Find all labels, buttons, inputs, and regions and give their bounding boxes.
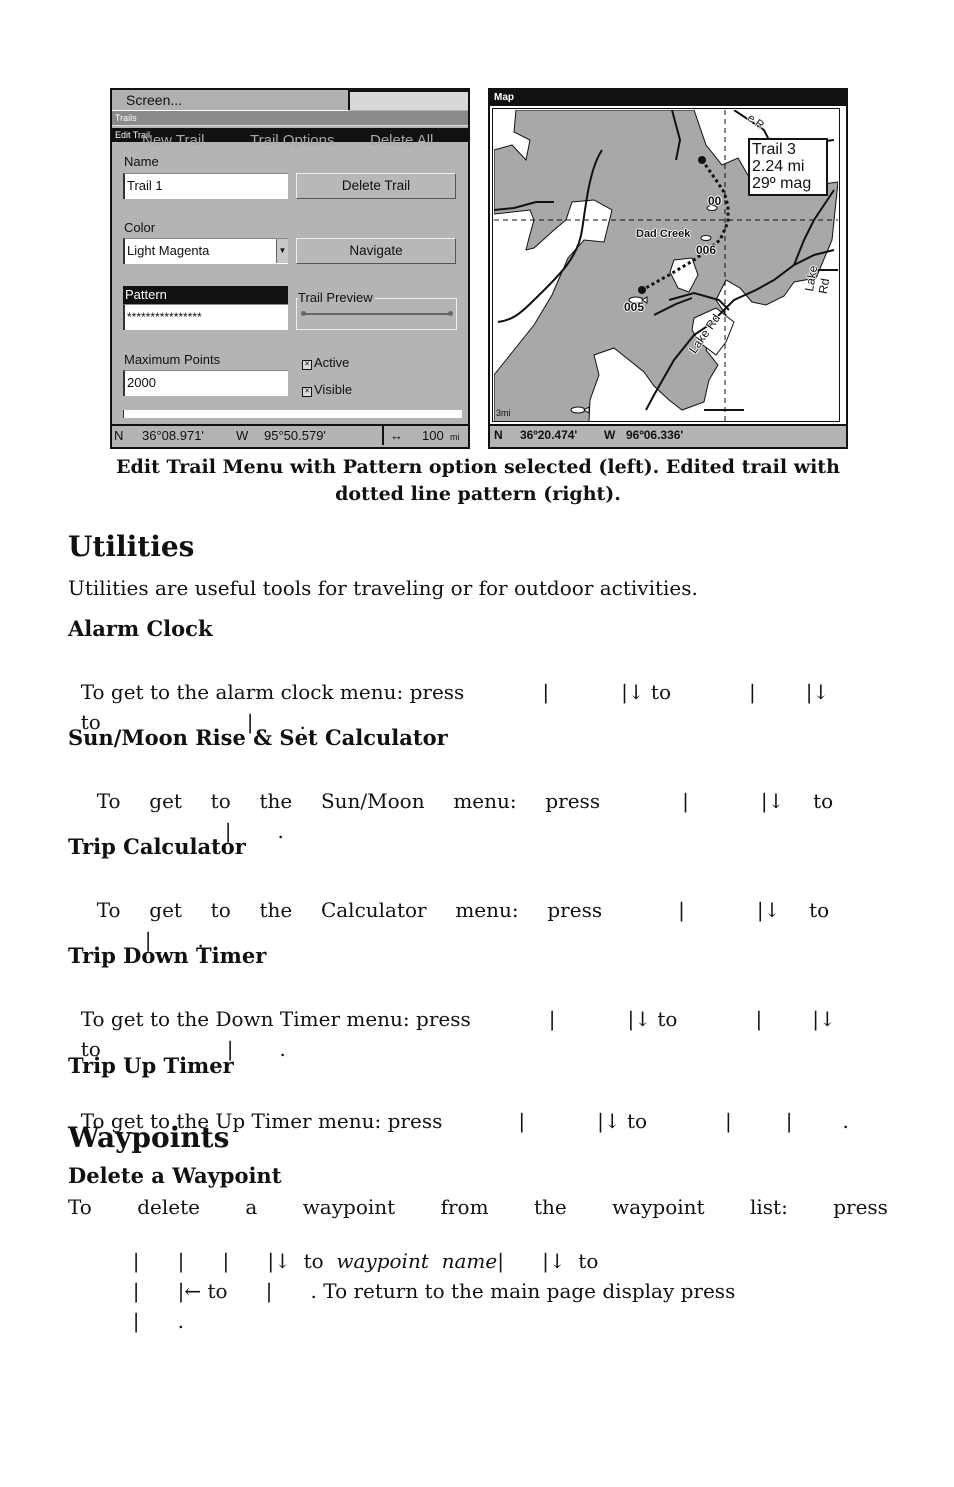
text: the	[533, 1195, 567, 1219]
label-dad-creek: Dad Creek	[636, 228, 691, 240]
delete-trail-button[interactable]: Delete Trail	[296, 173, 456, 199]
caption-line-1: Edit Trail Menu with Pattern option sele…	[116, 456, 840, 478]
delete-waypoint-line-4: | .	[68, 1285, 888, 1333]
separator: |	[518, 1109, 526, 1133]
text: waypoint	[302, 1195, 396, 1219]
map-screen: Map Trail 3 2.24 mi 29º mag Dad Creek 00…	[488, 88, 848, 449]
zoom-unit: mi	[450, 432, 460, 442]
text: |↓ to	[597, 1109, 648, 1133]
color-label: Color	[124, 220, 156, 235]
period: .	[842, 1109, 849, 1133]
latitude: 36°08.971'	[142, 428, 204, 443]
latitude: 36º20.474'	[520, 428, 578, 442]
scroll-area	[123, 410, 462, 418]
heading-trip-down-timer: Trip Down Timer	[68, 943, 267, 968]
color-value: Light Magenta	[127, 243, 210, 258]
period: .	[277, 819, 284, 843]
delete-waypoint-line-1: To delete a waypoint from the waypoint l…	[68, 1195, 888, 1219]
lat-prefix: N	[494, 428, 503, 442]
heading-trip-calculator: Trip Calculator	[68, 834, 246, 859]
background-map-strip	[348, 90, 468, 110]
text: waypoint	[612, 1195, 705, 1219]
trail-preview-line	[303, 313, 451, 315]
status-divider	[382, 426, 384, 445]
trail-preview-label: Trail Preview	[298, 290, 375, 305]
max-points-label: Maximum Points	[124, 352, 221, 367]
heading-alarm-clock: Alarm Clock	[68, 616, 213, 641]
chevron-down-icon[interactable]: ▼	[276, 239, 288, 263]
text: list:	[749, 1195, 788, 1219]
visible-checkbox[interactable]: ✕ Visible	[302, 382, 352, 397]
active-label: Active	[314, 355, 350, 370]
ghost-delete-all: Delete All	[370, 132, 434, 149]
text: a	[245, 1195, 258, 1219]
section-heading-utilities: Utilities	[68, 530, 195, 563]
trail-preview-start-dot	[301, 311, 306, 316]
screen-menu-label: Screen...	[126, 92, 183, 108]
trail-name: Trail 3	[752, 141, 796, 158]
separator: |	[785, 1109, 793, 1133]
figure-caption: Edit Trail Menu with Pattern option sele…	[68, 454, 888, 508]
caption-line-2: dotted line pattern (right).	[335, 483, 621, 505]
text: To	[68, 1195, 92, 1219]
visible-label: Visible	[314, 382, 353, 397]
lat-prefix: N	[114, 428, 124, 443]
section-heading-waypoints: Waypoints	[68, 1121, 230, 1154]
fish-icon	[700, 235, 712, 241]
name-label: Name	[124, 154, 159, 169]
utilities-intro: Utilities are useful tools for traveling…	[68, 576, 698, 600]
ghost-trail-options: Trail Options	[250, 132, 335, 149]
period: .	[279, 1037, 286, 1061]
text: from	[440, 1195, 489, 1219]
heading-sun-moon: Sun/Moon Rise & Set Calculator	[68, 725, 448, 750]
active-checkbox[interactable]: ✕ Active	[302, 355, 349, 370]
position-status-bar: N 36°08.971' W 95°50.579' ↔ 100 mi	[112, 424, 468, 447]
max-points-input[interactable]: 2000	[123, 370, 288, 396]
text: delete	[137, 1195, 200, 1219]
text: | .	[132, 1309, 184, 1333]
checkbox-checked-icon: ✕	[302, 360, 312, 370]
trail-distance: 2.24 mi	[752, 158, 805, 175]
map-position-status-bar: N 36º20.474' W 96º06.336'	[490, 424, 846, 447]
separator: |	[725, 1109, 732, 1133]
pattern-label-selected: Pattern	[123, 286, 288, 304]
heading-delete-waypoint: Delete a Waypoint	[68, 1163, 282, 1188]
ghost-new-trail: New Trail	[142, 132, 205, 149]
text: press	[833, 1195, 888, 1219]
map-scale: 3mi	[496, 408, 511, 418]
map-title-bar: Map	[490, 90, 846, 106]
trail-info-box: Trail 3 2.24 mi 29º mag	[748, 138, 828, 196]
trail-preview-end-dot	[448, 311, 453, 316]
longitude: 95°50.579'	[264, 428, 326, 443]
label-waypoint-005: 005	[624, 300, 645, 314]
checkbox-checked-icon: ✕	[302, 387, 312, 397]
zoom-value: 100	[422, 428, 444, 443]
name-input[interactable]: Trail 1	[123, 173, 288, 199]
edit-trail-screen: Screen... Trails Edit Trail New Trail Tr…	[110, 88, 470, 449]
zoom-range-icon: ↔	[390, 428, 403, 443]
trails-title-bar: Trails	[112, 111, 468, 126]
lon-prefix: W	[236, 428, 249, 443]
lon-prefix: W	[604, 428, 616, 442]
screen-menu-bar[interactable]: Screen...	[112, 90, 348, 111]
trail-bearing: 29º mag	[752, 175, 812, 192]
label-waypoint-006: 006	[696, 243, 717, 257]
longitude: 96º06.336'	[626, 428, 684, 442]
trail-start-dot	[698, 156, 706, 164]
color-dropdown[interactable]: Light Magenta ▼	[123, 238, 288, 264]
navigate-button[interactable]: Navigate	[296, 238, 456, 264]
label-waypoint-00x: 00	[708, 194, 722, 208]
heading-trip-up-timer: Trip Up Timer	[68, 1053, 234, 1078]
pattern-input[interactable]: ****************	[123, 304, 288, 330]
trail-end-dot	[638, 286, 646, 294]
